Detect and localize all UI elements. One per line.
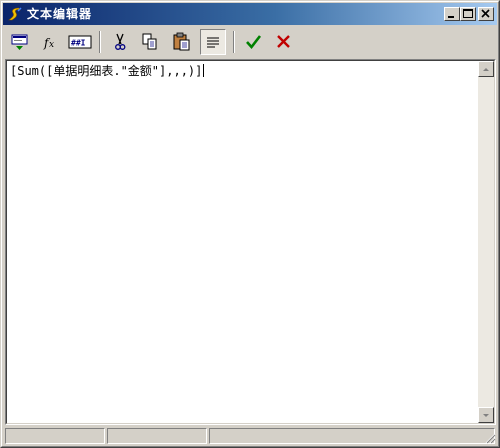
title-bar[interactable]: 文本编辑器 — [3, 3, 497, 25]
minimize-icon — [448, 16, 454, 18]
scroll-up-button[interactable] — [478, 61, 494, 77]
format-button[interactable]: ##I — [67, 29, 93, 55]
arrow-up-icon — [483, 68, 489, 71]
formula-text[interactable]: [Sum([单据明细表."金额"],,,)] — [10, 63, 205, 79]
arrow-down-icon — [483, 414, 489, 417]
confirm-button[interactable] — [241, 29, 267, 55]
confirm-check-icon — [246, 35, 262, 50]
toolbar: f x ##I — [3, 27, 497, 59]
maximize-button[interactable] — [460, 7, 476, 21]
minimize-button[interactable] — [444, 7, 460, 21]
text-editor-window: 文本编辑器 f x ##I [Sum([单据明细表."金额"],,,)] — [0, 0, 500, 448]
scroll-down-button[interactable] — [478, 407, 494, 423]
status-bar — [3, 427, 497, 445]
text-editor-area[interactable]: [Sum([单据明细表."金额"],,,)] — [5, 59, 496, 425]
text-caret — [203, 64, 205, 77]
insert-field-button[interactable] — [7, 29, 33, 55]
status-panel — [107, 428, 207, 444]
maximize-icon — [463, 9, 473, 18]
copy-button[interactable] — [137, 29, 163, 55]
svg-text:##I: ##I — [71, 39, 86, 48]
insert-field-icon — [11, 34, 28, 50]
function-button[interactable]: f x — [37, 29, 63, 55]
resize-grip-icon[interactable] — [484, 432, 496, 444]
word-wrap-icon — [207, 37, 219, 48]
vertical-scrollbar[interactable] — [478, 61, 494, 423]
status-panel — [5, 428, 105, 444]
close-icon — [481, 9, 490, 18]
paste-button[interactable] — [169, 29, 195, 55]
svg-text:x: x — [49, 40, 54, 50]
editor-frame: [Sum([单据明细表."金额"],,,)] — [6, 60, 495, 424]
function-fx-icon: f x — [43, 36, 54, 50]
copy-icon — [142, 33, 157, 50]
word-wrap-toggle[interactable] — [200, 29, 226, 55]
formula-content: [Sum([单据明细表."金额"],,,)] — [10, 64, 203, 78]
cancel-x-icon — [277, 35, 290, 48]
paste-icon — [173, 32, 190, 51]
close-button[interactable] — [478, 7, 494, 21]
window-title: 文本编辑器 — [27, 7, 93, 21]
toolbar-separator — [233, 31, 235, 53]
cancel-button[interactable] — [271, 29, 297, 55]
status-panel — [209, 428, 495, 444]
app-icon — [8, 7, 22, 21]
format-number-icon: ##I — [68, 35, 92, 49]
cut-icon — [115, 33, 126, 50]
cut-button[interactable] — [107, 29, 133, 55]
toolbar-separator — [99, 31, 101, 53]
